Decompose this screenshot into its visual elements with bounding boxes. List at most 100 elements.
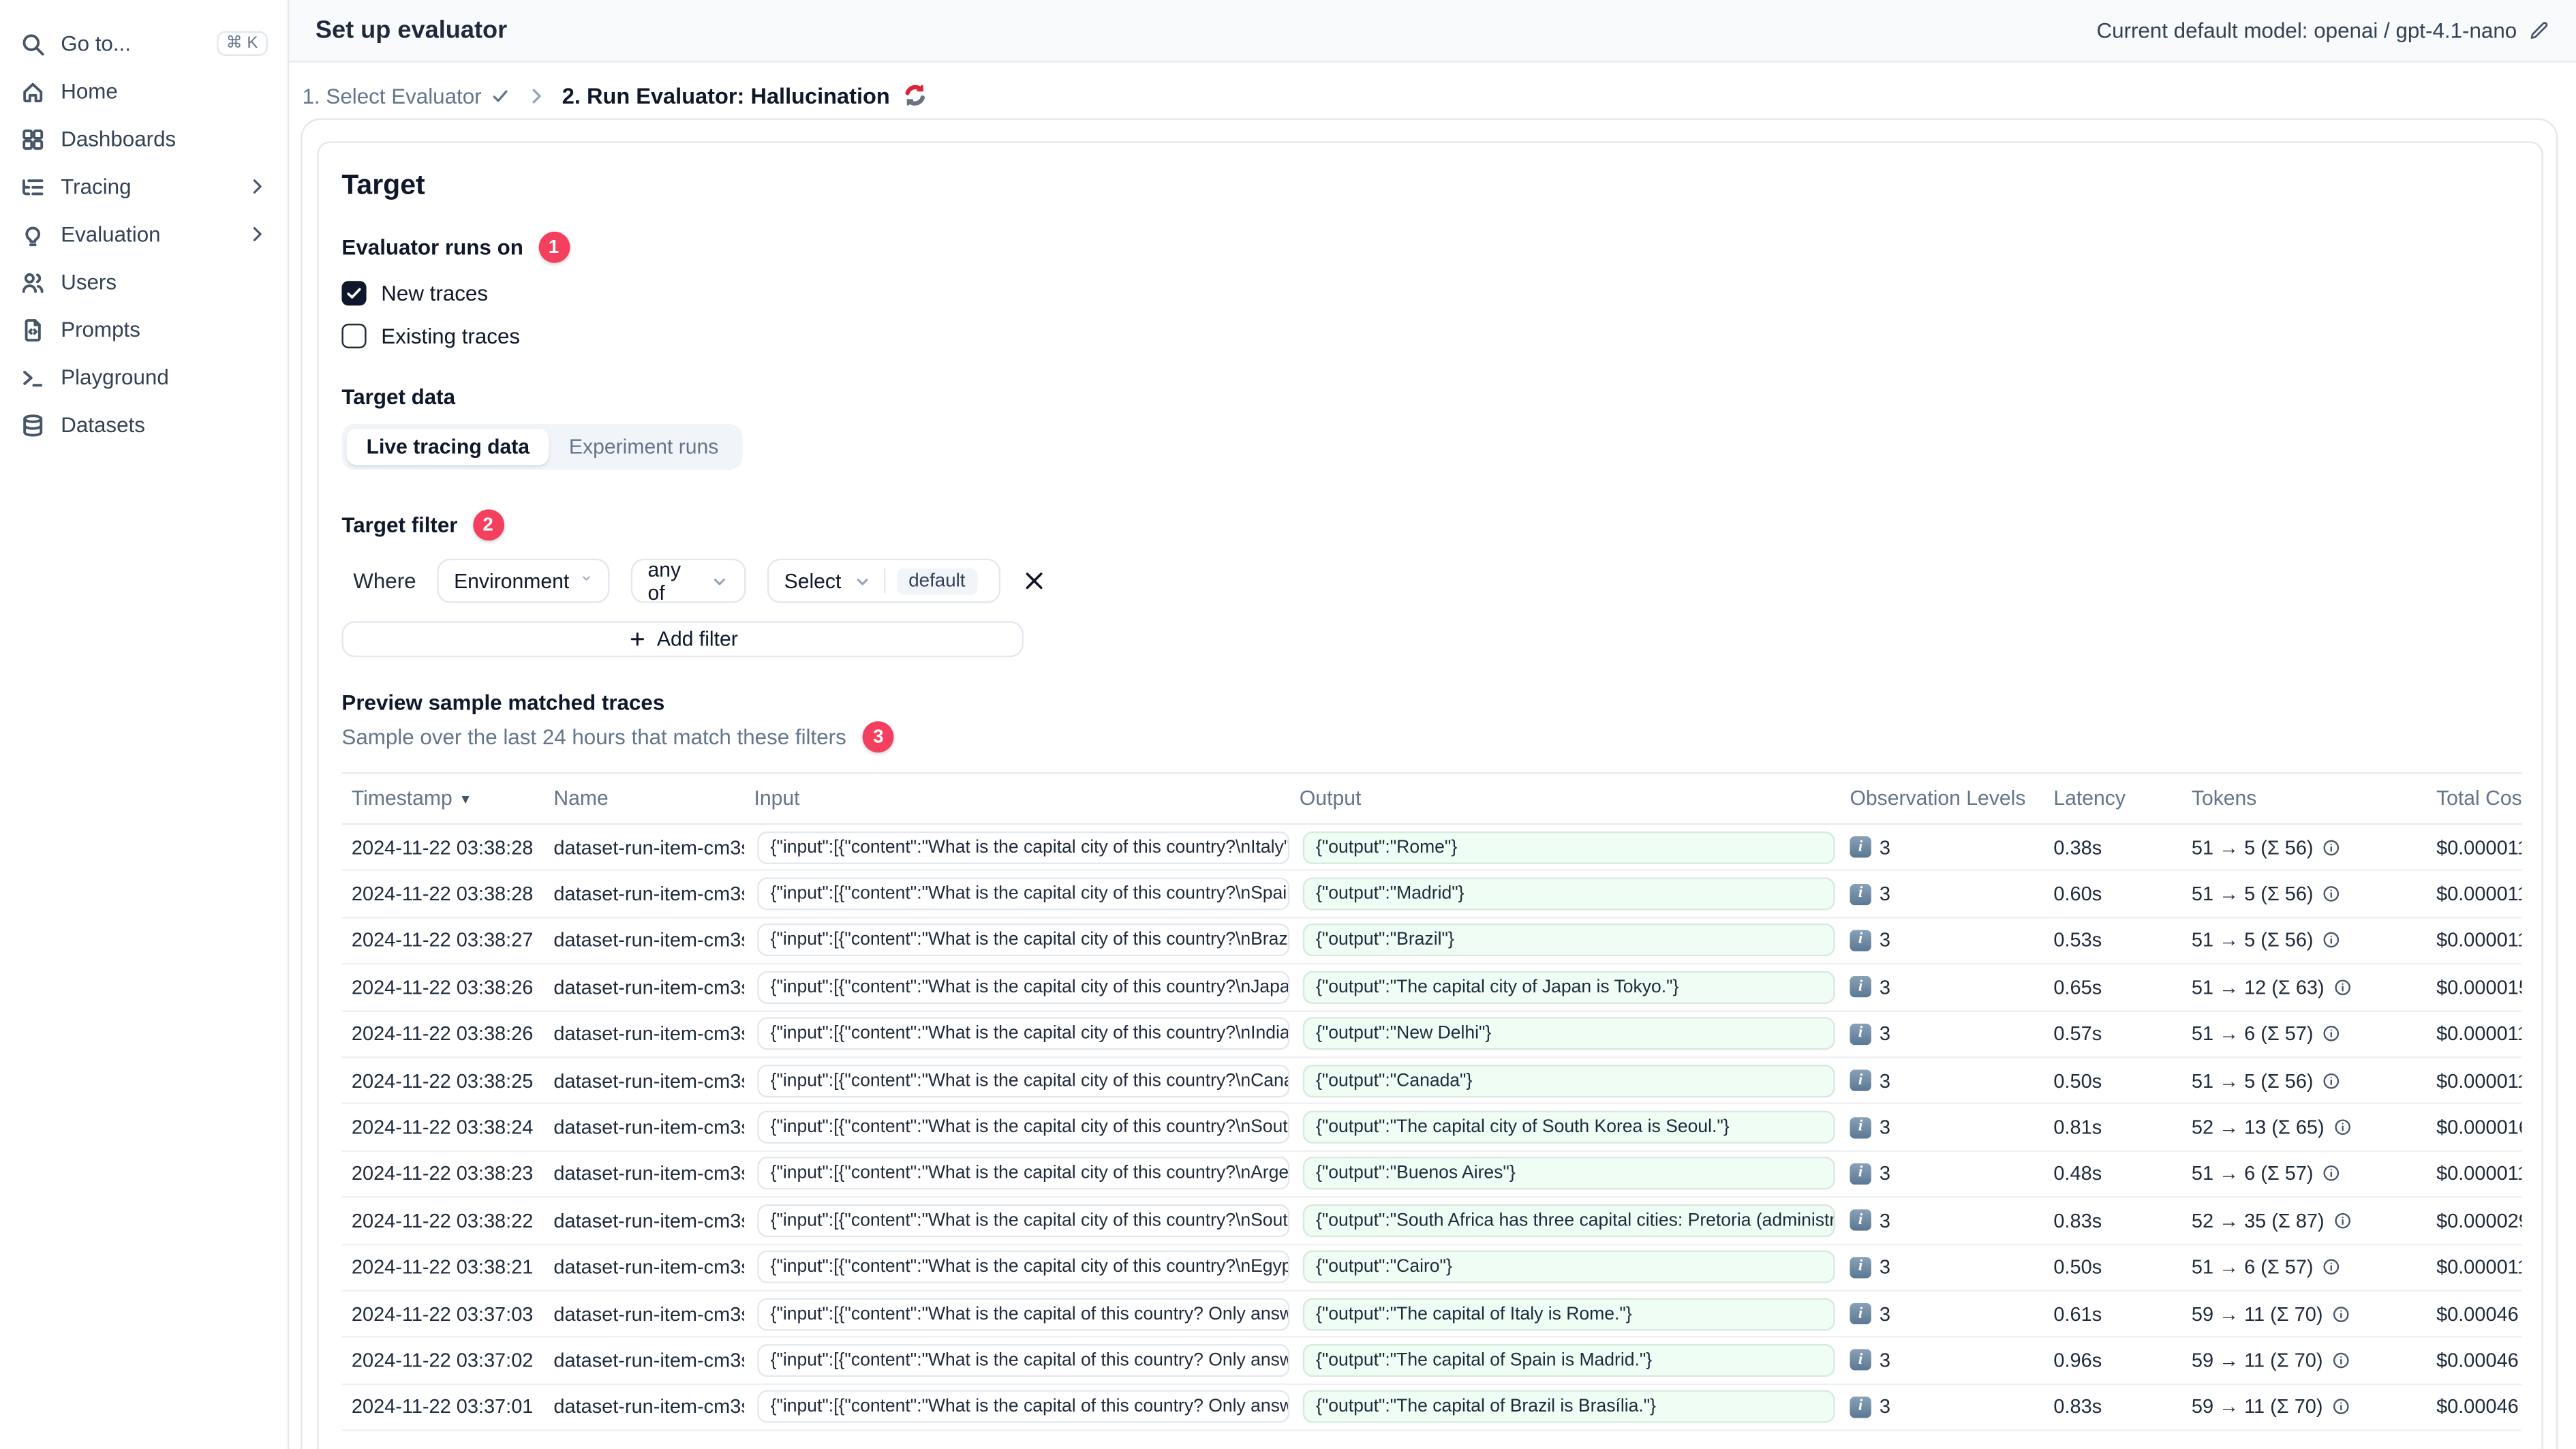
table-row[interactable]: 2024-11-22 03:38:23 dataset-run-item-cm3…	[341, 1151, 2522, 1198]
output-preview-cell[interactable]: {"output":"Rome"}	[1302, 831, 1835, 864]
add-filter-button[interactable]: Add filter	[341, 621, 1024, 658]
table-row[interactable]: 2024-11-22 03:37:01 dataset-run-item-cm3…	[341, 1384, 2522, 1431]
info-circle-icon[interactable]	[2322, 884, 2342, 904]
checkbox-new-traces-label: New traces	[381, 281, 489, 306]
checkbox-empty-icon[interactable]	[341, 323, 367, 349]
table-row[interactable]: 2024-11-22 03:37:03 dataset-run-item-cm3…	[341, 1292, 2522, 1339]
input-preview-cell[interactable]: {"input":[{"content":"What is the capita…	[757, 1297, 1290, 1330]
table-row[interactable]: 2024-11-22 03:38:22 dataset-run-item-cm3…	[341, 1198, 2522, 1245]
output-preview-cell[interactable]: {"output":"The capital city of Japan is …	[1302, 971, 1835, 1004]
row-total-cost: $0.000029	[2436, 1208, 2522, 1232]
column-tokens[interactable]: Tokens	[2181, 787, 2426, 810]
sidebar-item-playground[interactable]: Playground	[0, 353, 288, 401]
evaluation-icon	[20, 221, 46, 247]
column-output[interactable]: Output	[1289, 787, 1840, 810]
sidebar-item-datasets[interactable]: Datasets	[0, 401, 288, 448]
info-circle-icon[interactable]	[2331, 1397, 2351, 1417]
info-circle-icon[interactable]	[2322, 838, 2342, 857]
output-preview-cell[interactable]: {"output":"Cairo"}	[1302, 1251, 1835, 1284]
column-latency[interactable]: Latency	[2044, 787, 2181, 810]
filter-value-select[interactable]: Select default	[767, 558, 1001, 603]
info-circle-icon[interactable]	[2333, 1117, 2352, 1137]
input-preview-cell[interactable]: {"input":[{"content":"What is the capita…	[757, 924, 1290, 958]
input-preview-cell[interactable]: {"input":[{"content":"What is the capita…	[757, 877, 1290, 911]
column-input[interactable]: Input	[744, 787, 1289, 810]
output-preview-cell[interactable]: {"output":"Brazil"}	[1302, 924, 1835, 958]
column-name[interactable]: Name	[544, 787, 744, 810]
input-preview-cell[interactable]: {"input":[{"content":"What is the capita…	[757, 831, 1290, 864]
default-model-label: Current default model: openai / gpt-4.1-…	[2096, 18, 2517, 43]
output-preview-cell[interactable]: {"output":"South Africa has three capita…	[1302, 1204, 1835, 1237]
table-row[interactable]: 2024-11-22 03:38:28 dataset-run-item-cm3…	[341, 825, 2522, 872]
column-timestamp[interactable]: Timestamp ▼	[341, 787, 544, 810]
info-circle-icon[interactable]	[2322, 1024, 2342, 1043]
column-total-cost[interactable]: Total Cost	[2427, 787, 2521, 810]
tab-experiment-runs[interactable]: Experiment runs	[549, 429, 738, 465]
filter-default-chip: default	[897, 567, 977, 594]
table-row[interactable]: 2024-11-22 03:37:02 dataset-run-item-cm3…	[341, 1338, 2522, 1385]
info-emoji-icon: i	[1850, 1163, 1871, 1185]
output-preview-cell[interactable]: {"output":"New Delhi"}	[1302, 1017, 1835, 1051]
sidebar-item-home[interactable]: Home	[0, 67, 288, 115]
info-emoji-icon: i	[1850, 883, 1871, 905]
checkbox-new-traces[interactable]: New traces	[341, 281, 2518, 306]
row-total-cost: $0.000011 (	[2436, 1255, 2522, 1279]
info-circle-icon[interactable]	[2322, 1071, 2342, 1090]
row-total-cost: $0.000011 (	[2436, 882, 2522, 906]
pencil-icon[interactable]	[2528, 20, 2549, 41]
info-circle-icon[interactable]	[2331, 1304, 2351, 1324]
table-row[interactable]: 2024-11-22 03:38:24 dataset-run-item-cm3…	[341, 1105, 2522, 1152]
input-preview-cell[interactable]: {"input":[{"content":"What is the capita…	[757, 971, 1290, 1004]
table-row[interactable]: 2024-11-22 03:38:25 dataset-run-item-cm3…	[341, 1058, 2522, 1105]
sidebar-item-users[interactable]: Users	[0, 258, 288, 305]
filter-operator-select[interactable]: any of	[631, 558, 747, 604]
info-emoji-icon: i	[1850, 1116, 1871, 1138]
checkbox-checked-icon[interactable]	[341, 281, 367, 306]
info-emoji-icon: i	[1850, 976, 1871, 998]
table-row[interactable]: 2024-11-22 03:38:27 dataset-run-item-cm3…	[341, 918, 2522, 965]
input-preview-cell[interactable]: {"input":[{"content":"What is the capita…	[757, 1251, 1290, 1284]
sidebar-item-dashboards[interactable]: Dashboards	[0, 115, 288, 163]
table-row[interactable]: 2024-11-22 03:38:28 dataset-run-item-cm3…	[341, 872, 2522, 919]
input-preview-cell[interactable]: {"input":[{"content":"What is the capita…	[757, 1110, 1290, 1144]
input-preview-cell[interactable]: {"input":[{"content":"What is the capita…	[757, 1390, 1290, 1424]
output-preview-cell[interactable]: {"output":"Canada"}	[1302, 1064, 1835, 1097]
output-preview-cell[interactable]: {"output":"The capital of Italy is Rome.…	[1302, 1297, 1835, 1330]
input-preview-cell[interactable]: {"input":[{"content":"What is the capita…	[757, 1343, 1290, 1377]
table-header-row: Timestamp ▼ Name Input Output Observation…	[341, 774, 2522, 825]
row-output: {"output":"The capital of Spain is Madri…	[1289, 1343, 1840, 1377]
goto-search[interactable]: Go to... ⌘ K	[0, 20, 288, 67]
column-observation-levels[interactable]: Observation Levels	[1840, 787, 2044, 810]
info-circle-icon[interactable]	[2333, 1210, 2352, 1230]
row-input: {"input":[{"content":"What is the capita…	[744, 1064, 1290, 1097]
sidebar-item-evaluation[interactable]: Evaluation	[0, 211, 288, 258]
input-preview-cell[interactable]: {"input":[{"content":"What is the capita…	[757, 1017, 1290, 1051]
table-row[interactable]: 2024-11-22 03:38:26 dataset-run-item-cm3…	[341, 1011, 2522, 1058]
tab-live-tracing-data[interactable]: Live tracing data	[346, 429, 550, 466]
output-preview-cell[interactable]: {"output":"Buenos Aires"}	[1302, 1157, 1835, 1191]
table-row[interactable]: 2024-11-22 03:38:26 dataset-run-item-cm3…	[341, 965, 2522, 1011]
row-name: dataset-run-item-cm3s4	[553, 1395, 745, 1419]
step-select-evaluator[interactable]: 1. Select Evaluator	[303, 83, 511, 108]
table-row[interactable]: 2024-11-22 03:38:21 dataset-run-item-cm3…	[341, 1245, 2522, 1292]
row-observation-levels: i3	[1840, 1069, 2044, 1092]
sidebar-item-prompts[interactable]: Prompts	[0, 305, 288, 353]
input-preview-cell[interactable]: {"input":[{"content":"What is the capita…	[757, 1157, 1290, 1191]
row-latency: 0.57s	[2053, 1022, 2102, 1046]
remove-filter-button[interactable]	[1022, 568, 1047, 593]
output-preview-cell[interactable]: {"output":"Madrid"}	[1302, 877, 1835, 911]
input-preview-cell[interactable]: {"input":[{"content":"What is the capita…	[757, 1204, 1290, 1237]
info-circle-icon[interactable]	[2322, 1257, 2342, 1277]
filter-column-select[interactable]: Environment	[437, 558, 611, 603]
info-circle-icon[interactable]	[2322, 931, 2342, 951]
output-preview-cell[interactable]: {"output":"The capital of Spain is Madri…	[1302, 1343, 1835, 1377]
checkbox-existing-traces[interactable]: Existing traces	[341, 323, 2518, 349]
info-circle-icon[interactable]	[2333, 977, 2352, 997]
sidebar-item-tracing[interactable]: Tracing	[0, 163, 288, 211]
info-circle-icon[interactable]	[2331, 1351, 2351, 1371]
output-preview-cell[interactable]: {"output":"The capital of Brazil is Bras…	[1302, 1390, 1835, 1424]
row-timestamp: 2024-11-22 03:38:28	[351, 836, 534, 859]
info-circle-icon[interactable]	[2322, 1164, 2342, 1184]
output-preview-cell[interactable]: {"output":"The capital city of South Kor…	[1302, 1110, 1835, 1144]
input-preview-cell[interactable]: {"input":[{"content":"What is the capita…	[757, 1064, 1290, 1097]
